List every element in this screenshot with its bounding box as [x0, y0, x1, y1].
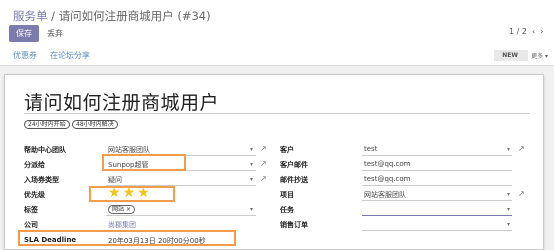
tag-sla-start: 24小时内开始 — [24, 120, 70, 129]
sale-order-underline — [362, 230, 512, 231]
project-external-link-icon[interactable]: ↗ — [518, 189, 525, 198]
tag-chip[interactable]: 网站 × — [108, 205, 135, 214]
cc-email-underline — [362, 185, 512, 186]
tags-dropdown-icon[interactable]: ▾ — [250, 206, 253, 213]
task-dropdown-icon[interactable]: ▾ — [507, 206, 510, 213]
type-external-link-icon[interactable]: ↗ — [260, 174, 267, 183]
cc-email-field[interactable]: test@qq.com — [364, 175, 411, 183]
project-field[interactable]: 网站客服团队 — [364, 190, 406, 200]
priority-label: 优先级 — [24, 191, 45, 199]
control-panel: 服务单 / 请问如何注册商城用户 (#34) 保存 丢弃 1 / 2 ‹ › 优… — [0, 0, 554, 66]
task-underline — [362, 215, 512, 216]
customer-label: 客户 — [280, 146, 294, 154]
assigned-dropdown-icon[interactable]: ▾ — [250, 161, 253, 168]
breadcrumb-separator: / — [51, 9, 56, 23]
title-underline — [24, 113, 530, 114]
sale-order-dropdown-icon[interactable]: ▾ — [507, 221, 510, 228]
assigned-label: 分派给 — [24, 161, 45, 169]
sla-highlight-box — [18, 230, 236, 246]
customer-external-link-icon[interactable]: ↗ — [518, 144, 525, 153]
team-dropdown-icon[interactable]: ▾ — [250, 146, 253, 153]
type-label: 入场券类型 — [24, 176, 59, 184]
type-field[interactable]: 疑问 — [108, 175, 122, 185]
project-label: 项目 — [280, 191, 294, 199]
assigned-external-link-icon[interactable]: ↗ — [260, 159, 267, 168]
pager: 1 / 2 ‹ › — [509, 27, 543, 36]
assigned-highlight-box — [102, 154, 186, 171]
ticket-title[interactable]: 请问如何注册商城用户 — [24, 88, 219, 115]
company-link[interactable]: 尚郡集团 — [108, 220, 136, 230]
pager-prev-icon[interactable]: ‹ — [532, 27, 535, 36]
discard-button[interactable]: 丢弃 — [43, 25, 67, 42]
customer-dropdown-icon[interactable]: ▾ — [507, 146, 510, 153]
sale-order-label: 销售订单 — [280, 221, 308, 229]
breadcrumb-current: 请问如何注册商城用户 (#34) — [58, 9, 211, 23]
tags-underline — [106, 215, 256, 216]
company-label: 公司 — [24, 221, 38, 229]
team-label: 帮助中心团队 — [24, 146, 66, 154]
tag-sla-resolve: 48小时内解决 — [72, 120, 118, 129]
customer-email-underline — [362, 170, 512, 171]
customer-field[interactable]: test — [364, 145, 377, 153]
tags-label: 标签 — [24, 206, 38, 214]
priority-highlight-box — [89, 186, 175, 202]
project-dropdown-icon[interactable]: ▾ — [507, 191, 510, 198]
team-external-link-icon[interactable]: ↗ — [260, 144, 267, 153]
customer-underline — [362, 155, 512, 156]
cc-email-label: 邮件抄送 — [280, 176, 308, 184]
project-underline — [362, 200, 512, 201]
customer-email-label: 客户邮件 — [280, 161, 308, 169]
more-status-button[interactable]: 更多 ▾ — [531, 51, 548, 60]
type-dropdown-icon[interactable]: ▾ — [250, 176, 253, 183]
customer-email-field[interactable]: test@qq.com — [364, 160, 411, 168]
remove-tag-icon[interactable]: × — [126, 206, 131, 213]
coupon-button[interactable]: 优惠券 — [13, 50, 37, 61]
task-label: 任务 — [280, 206, 294, 214]
save-button[interactable]: 保存 — [9, 25, 39, 42]
breadcrumb: 服务单 / 请问如何注册商城用户 (#34) — [13, 8, 211, 24]
breadcrumb-parent-link[interactable]: 服务单 — [13, 9, 48, 23]
pager-value[interactable]: 1 / 2 — [509, 27, 527, 36]
status-new[interactable]: NEW — [494, 50, 528, 61]
share-forum-button[interactable]: 在论坛分享 — [50, 50, 90, 61]
tag-chip-label: 网站 — [112, 206, 125, 213]
pager-next-icon[interactable]: › — [540, 27, 543, 36]
action-bar: 优惠券 在论坛分享 NEW 更多 ▾ — [0, 44, 554, 66]
